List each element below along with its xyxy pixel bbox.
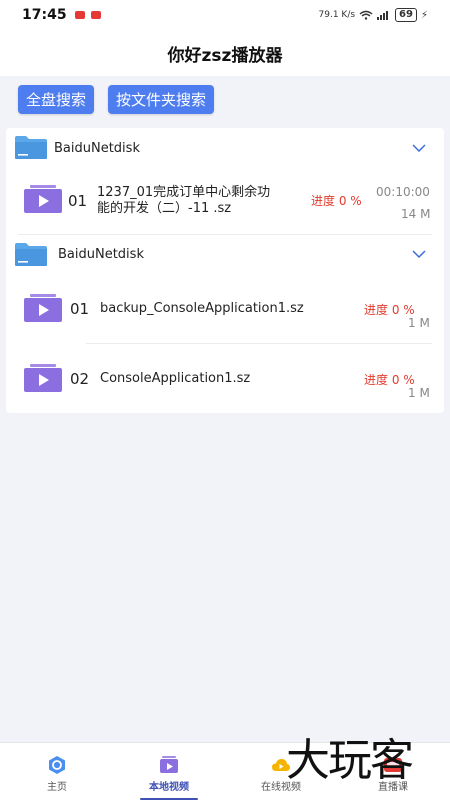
folder-icon (15, 136, 47, 159)
search-all-button[interactable]: 全盘搜索 (18, 85, 95, 114)
tab-label: 本地视频 (149, 782, 189, 793)
tab-home[interactable]: 主页 (17, 743, 97, 800)
watermark: 大玩客 (286, 735, 414, 786)
file-row[interactable]: 01 1237_01完成订单中心剩余功 能的开发（二）-11 .sz 进度 0 … (6, 170, 444, 230)
file-index: 01 (68, 192, 88, 210)
video-file-icon (24, 294, 62, 322)
notification-app-icon (90, 11, 101, 19)
status-notification-icons (74, 11, 101, 19)
file-index: 02 (70, 370, 90, 388)
page-title: 你好zsz播放器 (167, 45, 283, 66)
file-progress: 进度 0 % (311, 194, 362, 208)
charging-icon: ⚡ (420, 9, 428, 21)
file-row[interactable]: 02 ConsoleApplication1.sz 进度 0 % 1 M (6, 350, 444, 410)
signal-icon (377, 10, 391, 20)
file-row[interactable]: 01 backup_ConsoleApplication1.sz 进度 0 % … (6, 280, 444, 340)
home-icon (49, 756, 65, 774)
wifi-icon (359, 10, 373, 20)
file-name: ConsoleApplication1.sz (100, 371, 251, 386)
network-speed: 79.1 K/s (318, 10, 356, 20)
divider (18, 234, 432, 235)
file-list-panel: BaiduNetdisk 01 1237_01完成订单中心剩余功 能的开发（二）… (6, 128, 444, 413)
app-header: 你好zsz播放器 (0, 30, 450, 76)
tab-label: 主页 (47, 782, 67, 793)
file-size: 14 M (401, 207, 431, 221)
file-index: 01 (70, 300, 90, 318)
search-by-folder-button[interactable]: 按文件夹搜索 (108, 85, 215, 114)
status-time: 17:45 (22, 7, 67, 23)
folder-group-header[interactable]: BaiduNetdisk (6, 130, 444, 166)
folder-group-header[interactable]: BaiduNetdisk (6, 236, 444, 272)
chevron-down-icon[interactable] (412, 250, 426, 258)
status-indicators: 79.1 K/s 69 ⚡ (319, 8, 428, 22)
video-file-icon (24, 185, 62, 213)
file-size: 1 M (408, 386, 430, 400)
folder-icon (15, 243, 47, 266)
chevron-down-icon[interactable] (412, 144, 426, 152)
search-actions: 全盘搜索 按文件夹搜索 (18, 85, 215, 114)
video-file-icon (24, 364, 62, 392)
file-size: 1 M (408, 316, 430, 330)
file-name-line1: 1237_01完成订单中心剩余功 (97, 185, 271, 200)
notification-app-icon (74, 11, 85, 19)
folder-name: BaiduNetdisk (58, 246, 144, 262)
file-name-line2: 能的开发（二）-11 .sz (97, 201, 232, 216)
file-name: backup_ConsoleApplication1.sz (100, 301, 304, 316)
divider (86, 343, 432, 344)
battery-icon: 69 (395, 8, 417, 22)
status-bar: 17:45 79.1 K/s 69 ⚡ (0, 0, 450, 30)
local-video-icon (160, 756, 178, 773)
file-duration: 00:10:00 (376, 185, 430, 199)
folder-name: BaiduNetdisk (54, 140, 140, 156)
tab-local-video[interactable]: 本地视频 (129, 743, 209, 800)
